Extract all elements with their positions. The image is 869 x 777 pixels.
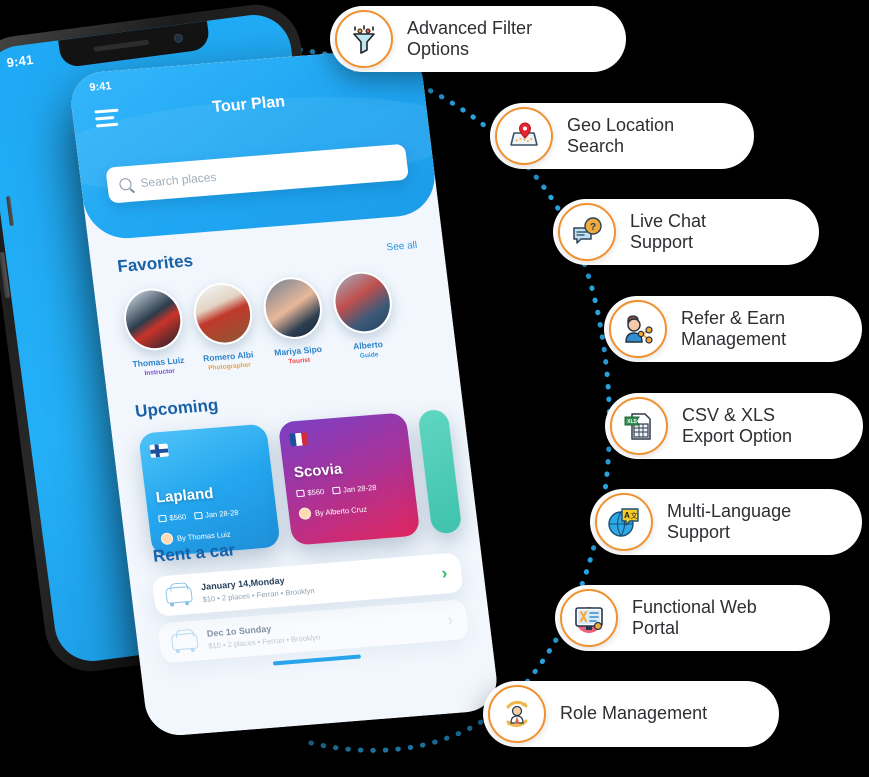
trip-card[interactable]: Scovia $560 Jan 28-28 By Alberto Cruz — [277, 412, 421, 546]
list-item[interactable]: Mariya Sipo Tourist — [260, 274, 329, 367]
trip-card[interactable] — [417, 408, 463, 535]
avatar — [120, 286, 186, 353]
svg-text:XLS: XLS — [627, 419, 637, 425]
avatar — [190, 280, 256, 347]
feature-pill-refer-earn-management[interactable]: Refer & Earn Management — [604, 296, 862, 362]
trip-dates: Jan 28-28 — [204, 507, 239, 520]
spreadsheet-icon: XLS — [610, 397, 668, 455]
feature-pill-functional-web-portal[interactable]: Functional Web Portal — [555, 585, 830, 651]
favorites-list: Thomas Luiz Instructor Romero Albi Photo… — [120, 265, 456, 379]
feature-pill-live-chat-support[interactable]: ? Live Chat Support — [553, 199, 819, 265]
search-icon — [118, 177, 133, 191]
car-icon — [170, 632, 199, 651]
trip-meta: $560 Jan 28-28 — [296, 481, 405, 499]
list-item[interactable]: Alberto Guide — [329, 269, 399, 361]
rent-a-car-section: Rent a car January 14,Monday $10 • 2 pla… — [126, 521, 493, 676]
list-item[interactable]: Romero Albi Photographer — [190, 280, 259, 373]
feature-label: Refer & Earn Management — [681, 307, 787, 349]
feature-pill-csv-xls-export-option[interactable]: XLS CSV & XLS Export Option — [605, 393, 863, 459]
avatar — [298, 507, 312, 521]
feature-label: Role Management — [560, 703, 708, 724]
chevron-right-icon[interactable]: › — [440, 563, 448, 583]
feature-label: Functional Web Portal — [632, 596, 757, 638]
trip-name: Lapland — [154, 484, 215, 507]
france-flag-icon — [289, 432, 309, 447]
upcoming-title: Upcoming — [134, 395, 220, 421]
svg-text:A: A — [624, 511, 630, 520]
feature-pill-multi-language-support[interactable]: A 文 Multi-Language Support — [590, 489, 862, 555]
price-tag-icon — [296, 489, 305, 498]
phone-back-status-time: 9:41 — [5, 51, 35, 71]
app-header: 9:41 Tour Plan Search places — [67, 46, 440, 242]
price-tag-icon — [158, 514, 167, 523]
refer-person-icon — [609, 300, 667, 358]
feature-label: CSV & XLS Export Option — [682, 404, 793, 446]
feature-label: Advanced Filter Options — [407, 17, 533, 59]
svg-text:文: 文 — [631, 511, 638, 520]
trip-dates: Jan 28-28 — [342, 482, 377, 495]
filter-funnel-icon — [335, 10, 393, 68]
calendar-icon — [193, 511, 203, 520]
avatar — [160, 532, 174, 546]
trip-price: $560 — [306, 487, 325, 498]
trip-price: $560 — [168, 512, 187, 523]
search-placeholder: Search places — [139, 169, 218, 190]
favorites-title: Favorites — [116, 251, 195, 277]
chevron-right-icon[interactable]: › — [446, 610, 454, 630]
front-camera — [173, 33, 184, 44]
feature-label: Live Chat Support — [630, 210, 707, 252]
chat-question-icon: ? — [558, 203, 616, 261]
feature-label: Geo Location Search — [567, 114, 675, 156]
trip-meta: $560 Jan 28-28 — [158, 506, 267, 524]
feature-pill-role-management[interactable]: Role Management — [483, 681, 779, 747]
status-time: 9:41 — [88, 80, 113, 94]
car-icon — [165, 585, 193, 604]
favorites-section: Favorites See all Thomas Luiz Instructor… — [90, 231, 456, 380]
globe-language-icon: A 文 — [595, 493, 653, 551]
feature-showcase-canvas: 9:41 9:41 Tour Plan Search places Favori… — [0, 0, 869, 777]
trip-card[interactable]: Lapland $560 Jan 28-28 By Thomas Luiz — [138, 423, 281, 557]
scroll-indicator[interactable] — [272, 654, 362, 666]
avatar — [329, 269, 396, 336]
hamburger-menu-icon[interactable] — [94, 108, 121, 132]
feature-label: Multi-Language Support — [667, 500, 792, 542]
trip-name: Scovia — [292, 460, 344, 482]
favorites-see-all-link[interactable]: See all — [386, 240, 418, 253]
avatar — [260, 274, 326, 342]
list-item[interactable]: Thomas Luiz Instructor — [120, 286, 189, 378]
trip-author: By Alberto Cruz — [298, 499, 407, 521]
feature-pill-advanced-filter-options[interactable]: Advanced Filter Options — [330, 6, 626, 72]
map-pin-icon — [495, 107, 553, 165]
search-input[interactable]: Search places — [105, 143, 410, 204]
rent-list: January 14,Monday $10 • 2 places • Ferra… — [151, 552, 471, 674]
feature-pill-geo-location-search[interactable]: Geo Location Search — [490, 103, 754, 169]
earpiece-speaker — [93, 39, 150, 52]
role-cycle-icon — [488, 685, 546, 743]
phone-back-notch — [58, 20, 211, 69]
calendar-icon — [331, 486, 341, 495]
trip-author-name: By Alberto Cruz — [314, 504, 368, 518]
finland-flag-icon — [149, 443, 169, 458]
svg-text:?: ? — [590, 222, 596, 233]
web-portal-icon — [560, 589, 618, 647]
